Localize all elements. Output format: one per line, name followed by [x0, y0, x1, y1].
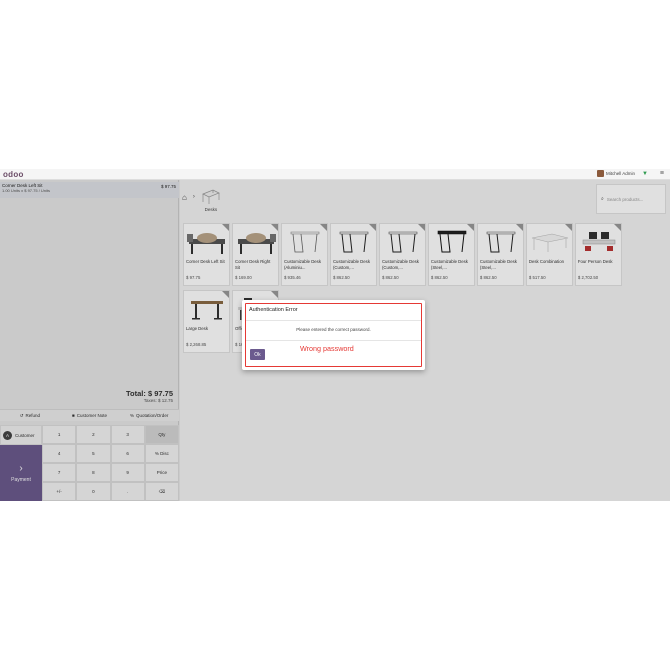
- divider: [246, 340, 421, 341]
- user-avatar: [596, 170, 604, 177]
- dialog-title: Authentication Error: [249, 307, 298, 313]
- wifi-icon[interactable]: ▼: [642, 171, 648, 177]
- dialog-message: Please entered the correct password.: [296, 327, 371, 332]
- wrong-password-annotation: Wrong password: [300, 344, 354, 353]
- top-navbar: odoo Mitchell Admin ▼ ≡: [0, 169, 670, 180]
- authentication-error-dialog: Authentication Error Please entered the …: [242, 300, 425, 370]
- odoo-logo: odoo: [3, 170, 24, 179]
- ok-button[interactable]: Ok: [250, 349, 265, 360]
- hamburger-menu-icon[interactable]: ≡: [660, 170, 664, 177]
- user-name: Mitchell Admin: [605, 171, 635, 176]
- user-menu[interactable]: Mitchell Admin: [596, 170, 635, 177]
- divider: [246, 320, 421, 321]
